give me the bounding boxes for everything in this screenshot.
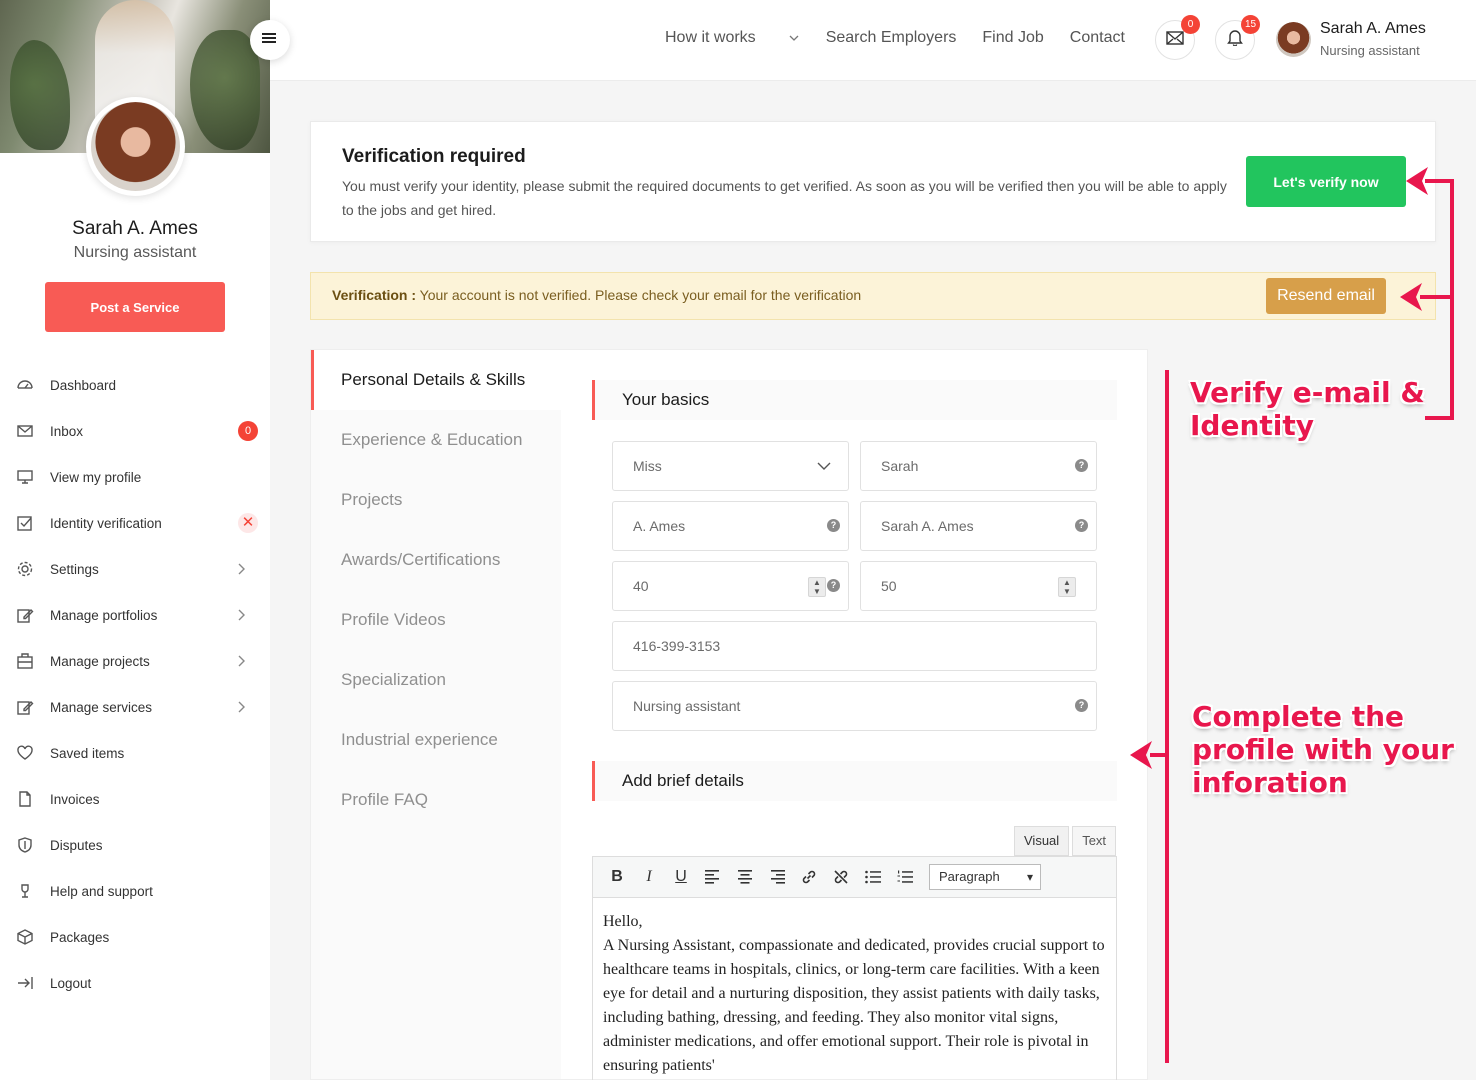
- annotation-arrows: [1130, 167, 1454, 1063]
- arrow-to-resend-button: [1400, 283, 1422, 311]
- arrow-to-profile-form: [1130, 741, 1152, 769]
- annotation-complete-profile: Complete the profile with your inforatio…: [1192, 700, 1454, 799]
- app-root: Sarah A. Ames Nursing assistant Post a S…: [0, 0, 1476, 1080]
- arrow-to-verify-button: [1406, 167, 1428, 195]
- menu-toggle-button[interactable]: [250, 20, 290, 60]
- annotation-verify: Verify e-mail & Identity: [1190, 376, 1425, 442]
- hamburger-icon: [262, 31, 278, 50]
